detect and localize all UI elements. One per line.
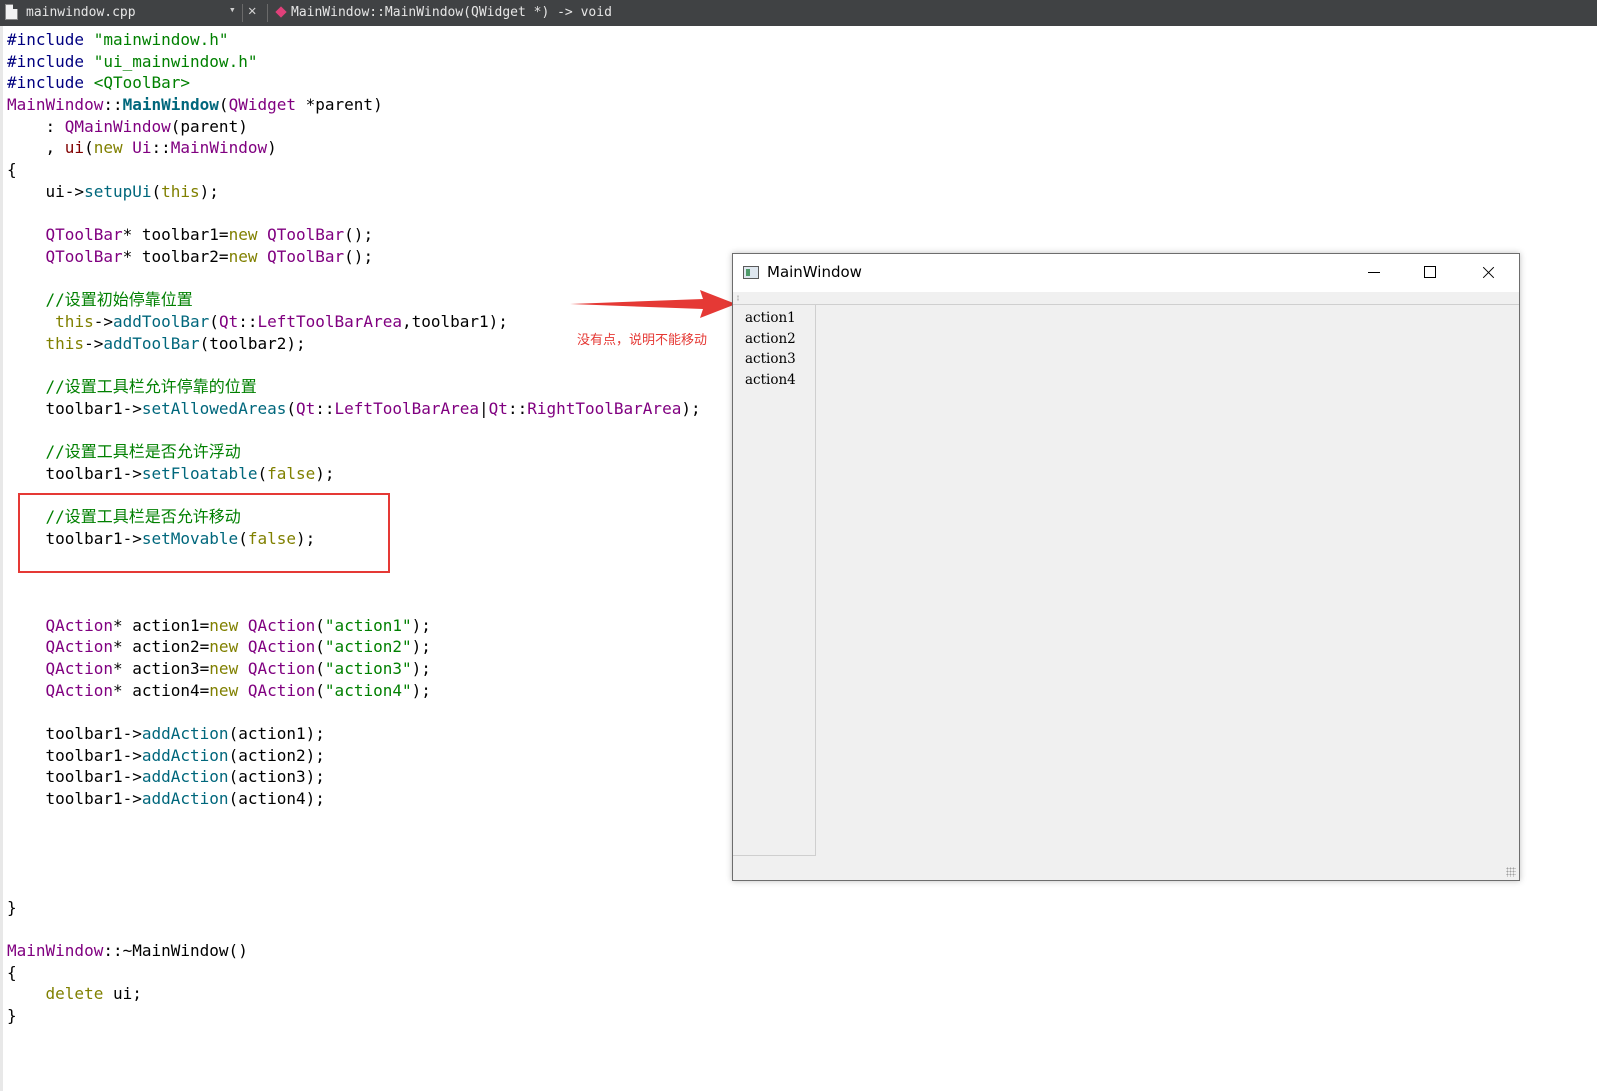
code-line: toolbar1->addAction(action1); (7, 724, 325, 743)
code-line: QAction* action4=new QAction("action4"); (45, 680, 431, 700)
window-titlebar[interactable]: MainWindow (733, 254, 1519, 292)
tab-file-name[interactable]: mainwindow.cpp (26, 5, 136, 20)
code-line: { (7, 962, 17, 982)
resize-grip[interactable] (1506, 867, 1516, 877)
chevron-down-icon[interactable]: ▾ (229, 3, 236, 16)
code-line: toolbar1->addAction(action2); (7, 745, 325, 765)
code-line: QAction* action1=new QAction("action1"); (45, 615, 431, 635)
toolbar-action-3[interactable]: action3 (745, 351, 796, 371)
window-title: MainWindow (767, 263, 862, 281)
maximize-button[interactable] (1402, 254, 1458, 292)
code-line: //设置工具栏允许停靠的位置 (7, 377, 257, 396)
code-line: QAction* action2=new QAction("action2"); (45, 637, 431, 657)
code-line: MainWindow::~MainWindow() (7, 940, 248, 960)
annotation-text: 没有点，说明不能移动 (577, 333, 708, 348)
code-line: } (7, 1005, 17, 1025)
toolbar-grip-handle[interactable] (737, 295, 739, 301)
minimize-button[interactable] (1346, 254, 1402, 292)
toolbar-action-1[interactable]: action1 (745, 310, 796, 330)
code-line: } (7, 897, 17, 917)
code-line: : QMainWindow(parent) (7, 116, 248, 136)
toolbar1-left: action1 action2 action3 action4 (733, 305, 816, 856)
code-line: { (7, 160, 17, 180)
code-line: QAction* action3=new QAction("action3"); (45, 658, 431, 678)
cpp-file-icon (5, 4, 18, 20)
symbol-selector[interactable]: MainWindow::MainWindow(QWidget *) -> voi… (291, 5, 612, 20)
code-line: delete ui; (45, 984, 142, 1004)
code-line: QToolBar* toolbar2=new QToolBar(); (45, 246, 374, 266)
highlight-box (18, 493, 390, 573)
window-app-icon (743, 266, 759, 279)
code-line: #include "mainwindow.h" (7, 30, 229, 49)
code-line: QToolBar* toolbar1=new QToolBar(); (45, 225, 374, 245)
code-line: , ui(new Ui::MainWindow) (7, 138, 277, 158)
code-line: //设置工具栏是否允许浮动 (7, 442, 241, 462)
main-window: MainWindow action1 action2 action3 actio… (732, 253, 1520, 881)
code-line: #include <QToolBar> (7, 73, 191, 93)
editor-tab-bar: mainwindow.cpp ▾ ✕ MainWindow::MainWindo… (0, 0, 1597, 26)
toolbar2-top (733, 292, 1519, 305)
function-symbol-icon (275, 6, 287, 18)
code-line: ui->setupUi(this); (7, 181, 219, 201)
code-line: toolbar1->setAllowedAreas(Qt::LeftToolBa… (7, 398, 701, 418)
code-line: #include "ui_mainwindow.h" (7, 51, 258, 71)
toolbar-action-4[interactable]: action4 (745, 372, 796, 392)
divider (267, 4, 268, 22)
close-button[interactable] (1460, 254, 1516, 292)
code-line: toolbar1->addAction(action3); (7, 767, 325, 787)
code-line: toolbar1->setFloatable(false); (7, 463, 335, 483)
code-line: toolbar1->addAction(action4); (7, 789, 325, 809)
code-line: MainWindow::MainWindow(QWidget *parent) (7, 95, 383, 115)
editor-gutter (0, 26, 3, 1091)
divider (242, 4, 243, 22)
annotation-arrow (570, 290, 736, 318)
toolbar-action-2[interactable]: action2 (745, 331, 796, 351)
close-icon[interactable]: ✕ (248, 3, 256, 19)
